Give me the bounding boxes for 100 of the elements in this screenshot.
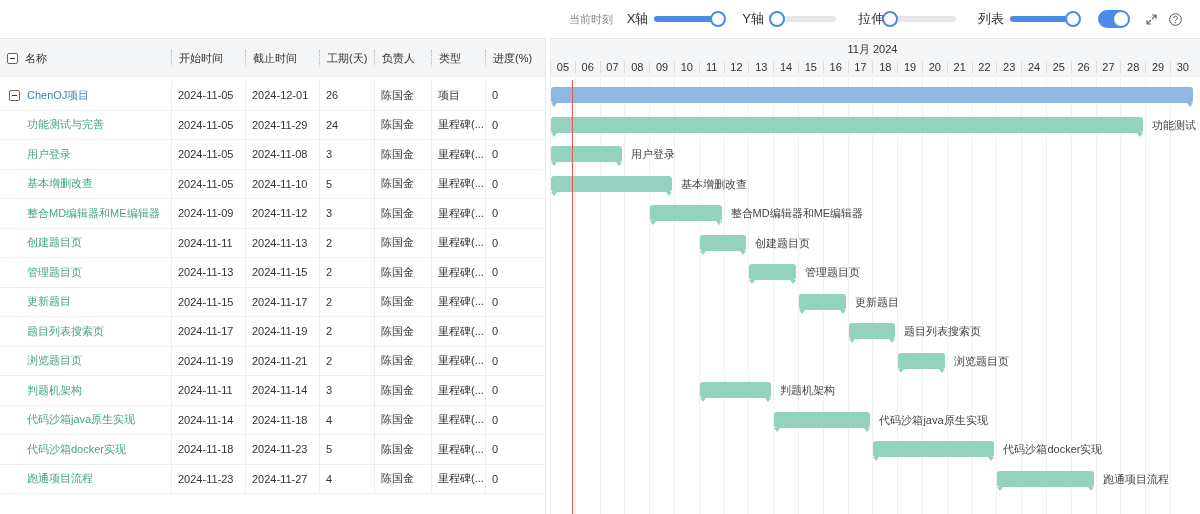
table-cell: 2024-11-12 xyxy=(252,207,308,220)
table-row[interactable]: 功能测试与完善 2024-11-05 2024-11-29 24 陈国金 里程碑(... 0 xyxy=(0,110,545,140)
expand-toggle[interactable] xyxy=(9,89,20,101)
month-label: 11月 2024 xyxy=(847,42,898,57)
table-cell: 项目 xyxy=(438,87,460,103)
column-header: 名称 xyxy=(25,51,47,66)
task-name: 管理题目页 xyxy=(27,264,82,280)
table-row[interactable]: 管理题目页 2024-11-13 2024-11-15 2 陈国金 里程碑(... 0 xyxy=(0,258,545,288)
table-cell: 2024-11-13 xyxy=(252,236,308,249)
table-cell: 2024-11-05 xyxy=(178,177,234,190)
table-cell: 2024-11-21 xyxy=(252,354,308,367)
table-cell: 0 xyxy=(492,89,499,102)
column-header: 开始时间 xyxy=(179,51,223,66)
slider-label: 拉伸 xyxy=(858,10,884,28)
bar-label: 浏览题目页 xyxy=(953,353,1009,369)
table-cell: 2024-11-17 xyxy=(178,325,234,338)
table-cell: 2024-11-08 xyxy=(252,148,308,161)
table-row[interactable]: 判题机架构 2024-11-11 2024-11-14 3 陈国金 里程碑(... 0 xyxy=(0,376,545,406)
slider-thumb[interactable] xyxy=(710,11,727,27)
bar-label: 管理题目页 xyxy=(805,265,860,280)
day-label: 08 xyxy=(631,61,644,73)
day-label: 07 xyxy=(606,61,619,73)
day-label: 17 xyxy=(854,61,867,73)
table-cell: 0 xyxy=(492,207,499,220)
day-label: 18 xyxy=(879,61,892,73)
task-name: 更新题目 xyxy=(27,294,71,310)
table-cell: 24 xyxy=(326,118,339,131)
slider-label: Y轴 xyxy=(742,10,764,28)
column-header: 类型 xyxy=(439,51,461,66)
table-row[interactable]: 用户登录 2024-11-05 2024-11-08 3 陈国金 里程碑(... 0 xyxy=(0,140,545,170)
bar-label: 题目列表搜索页 xyxy=(904,324,982,339)
help-icon[interactable] xyxy=(1169,12,1182,26)
table-cell: 陈国金 xyxy=(381,471,414,487)
table-cell: 0 xyxy=(492,472,499,485)
table-cell: 2 xyxy=(326,325,333,338)
table-row[interactable]: 代码沙箱docker实现 2024-11-18 2024-11-23 5 陈国金 里程碑(... 0 xyxy=(0,435,545,465)
table-cell: 里程碑(... xyxy=(438,323,484,339)
collapse-all-toggle[interactable] xyxy=(7,52,18,64)
table-row[interactable]: 代码沙箱java原生实现 2024-11-14 2024-11-18 4 陈国金 里程碑(... 0 xyxy=(0,405,545,435)
task-name: 代码沙箱docker实现 xyxy=(27,441,127,457)
table-row[interactable]: 更新题目 2024-11-15 2024-11-17 2 陈国金 里程碑(... 0 xyxy=(0,287,545,317)
toggle-switch[interactable] xyxy=(1098,10,1130,28)
table-cell: 2024-12-01 xyxy=(252,89,309,102)
table-cell: 0 xyxy=(492,118,499,131)
slider-thumb[interactable] xyxy=(882,11,898,27)
table-row[interactable]: 整合MD编辑器和ME编辑器 2024-11-09 2024-11-12 3 陈国金 里程碑(... 0 xyxy=(0,199,545,229)
table-cell: 2 xyxy=(326,236,333,249)
table-cell: 2024-11-14 xyxy=(252,384,308,397)
task-name: ChenOJ项目 xyxy=(27,87,90,103)
day-label: 12 xyxy=(730,61,743,73)
day-label: 15 xyxy=(804,61,817,73)
table-row[interactable]: 浏览题目页 2024-11-19 2024-11-21 2 陈国金 里程碑(... 0 xyxy=(0,346,545,376)
table-cell: 里程碑(... xyxy=(438,441,484,457)
current-time-label: 当前时刻 xyxy=(568,11,613,27)
table-row[interactable]: 创建题目页 2024-11-11 2024-11-13 2 陈国金 里程碑(... 0 xyxy=(0,228,545,258)
bar-label: 整合MD编辑器和ME编辑器 xyxy=(730,206,864,221)
column-header: 工期(天) xyxy=(327,51,368,66)
fullscreen-icon[interactable] xyxy=(1146,13,1157,25)
day-label: 10 xyxy=(680,61,693,73)
table-cell: 里程碑(... xyxy=(438,294,484,310)
table-cell: 0 xyxy=(492,295,499,308)
table-row[interactable]: 基本增删改查 2024-11-05 2024-11-10 5 陈国金 里程碑(... 0 xyxy=(0,169,545,199)
day-label: 16 xyxy=(829,61,842,73)
table-cell: 陈国金 xyxy=(381,441,414,457)
slider-thumb[interactable] xyxy=(1065,11,1082,27)
task-name: 整合MD编辑器和ME编辑器 xyxy=(27,205,160,221)
table-cell: 里程碑(... xyxy=(438,205,484,221)
table-row[interactable]: 题目列表搜索页 2024-11-17 2024-11-19 2 陈国金 里程碑(... 0 xyxy=(0,317,545,347)
day-label: 25 xyxy=(1052,61,1065,73)
table-row[interactable]: ChenOJ项目 2024-11-05 2024-12-01 26 陈国金 项目 0 xyxy=(0,81,545,111)
task-name: 判题机架构 xyxy=(27,382,82,398)
table-cell: 0 xyxy=(492,413,499,426)
table-cell: 4 xyxy=(326,413,333,426)
table-cell: 里程碑(... xyxy=(438,146,484,162)
table-cell: 陈国金 xyxy=(381,264,414,280)
slider-thumb[interactable] xyxy=(768,11,785,27)
table-cell: 4 xyxy=(326,472,333,485)
table-cell: 2024-11-13 xyxy=(178,266,234,279)
day-label: 20 xyxy=(928,61,941,73)
task-name: 浏览题目页 xyxy=(27,353,82,369)
day-label: 09 xyxy=(655,61,669,73)
table-cell: 2024-11-05 xyxy=(178,118,234,131)
table-cell: 2024-11-18 xyxy=(178,443,234,456)
table-cell: 陈国金 xyxy=(381,353,414,369)
table-cell: 26 xyxy=(326,89,339,102)
table-cell: 0 xyxy=(492,325,499,338)
day-label: 19 xyxy=(903,61,917,73)
bar-label: 代码沙箱docker实现 xyxy=(1003,442,1103,457)
day-label: 13 xyxy=(755,61,768,73)
day-label: 27 xyxy=(1102,61,1115,73)
table-cell: 2024-11-23 xyxy=(252,443,308,456)
day-label: 21 xyxy=(953,61,966,73)
table-row[interactable]: 跑通项目流程 2024-11-23 2024-11-27 4 陈国金 里程碑(... 0 xyxy=(0,464,545,494)
task-name: 基本增删改查 xyxy=(27,176,93,192)
table-cell: 陈国金 xyxy=(381,382,414,398)
day-label: 06 xyxy=(581,61,594,73)
bar-label: 判题机架构 xyxy=(780,383,836,398)
table-cell: 2024-11-11 xyxy=(178,384,233,397)
bar-label: 更新题目 xyxy=(854,294,899,310)
table-cell: 3 xyxy=(326,148,333,161)
